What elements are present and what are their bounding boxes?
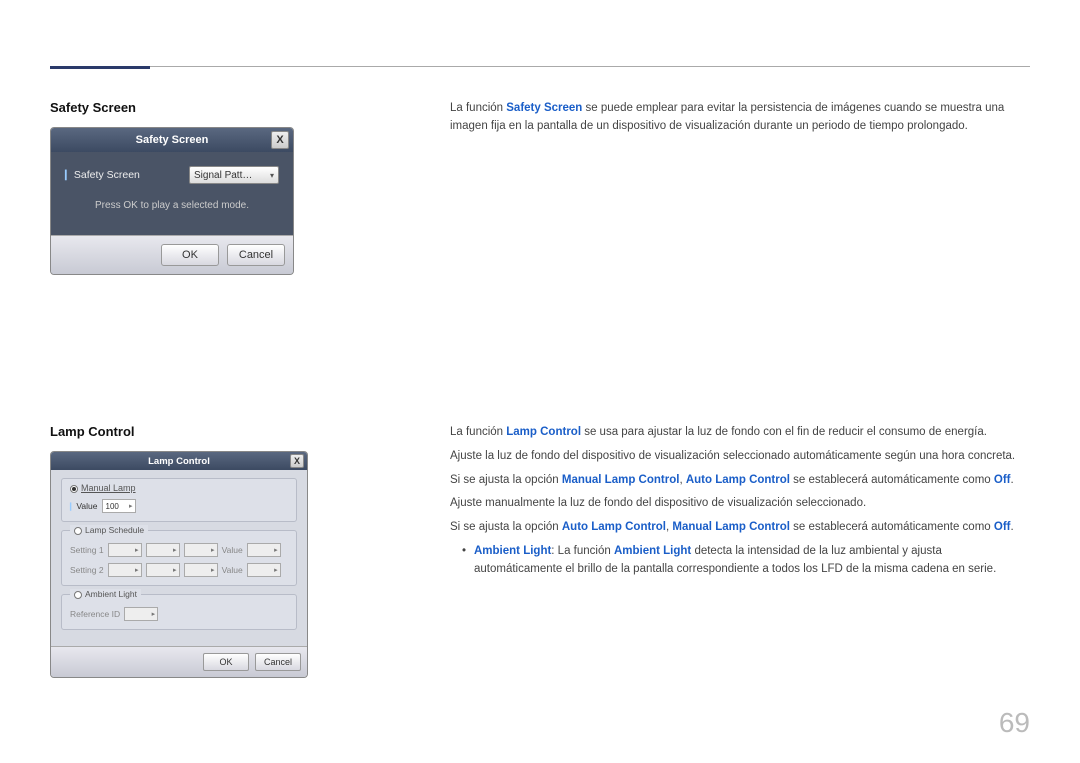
spinner[interactable]	[124, 607, 158, 621]
ok-button[interactable]: OK	[203, 653, 249, 671]
text: se establecerá automáticamente como	[790, 474, 994, 486]
dialog-title: Lamp Control	[148, 456, 210, 467]
section-1-right: La función Safety Screen se puede emplea…	[450, 100, 1030, 142]
term: Off	[994, 474, 1011, 486]
term-safety-screen: Safety Screen	[506, 102, 582, 114]
value-spinner[interactable]: 100	[102, 499, 136, 513]
dialog-body: Safety Screen Signal Patt… Press OK to p…	[51, 152, 293, 235]
cancel-button[interactable]: Cancel	[255, 653, 301, 671]
dialog-footer: OK Cancel	[51, 646, 307, 677]
spinner[interactable]	[146, 543, 180, 557]
spinner[interactable]	[146, 563, 180, 577]
term: Manual Lamp Control	[562, 474, 680, 486]
lamp-desc-2: Ajuste la luz de fondo del dispositivo d…	[450, 448, 1030, 466]
page-number: 69	[999, 707, 1030, 739]
label-value: Value	[222, 545, 243, 555]
radio-ambient-light[interactable]	[74, 591, 82, 599]
signal-pattern-select[interactable]: Signal Patt…	[189, 166, 279, 184]
lamp-control-dialog: Lamp Control X Manual Lamp Value 100 Lam…	[50, 451, 308, 678]
group-title: Ambient Light	[70, 589, 141, 599]
group-lamp-schedule: Lamp Schedule Setting 1 Value Setting 2	[61, 530, 297, 586]
bullet-ambient-light: • Ambient Light: La función Ambient Ligh…	[450, 543, 1030, 579]
lamp-desc-4: Ajuste manualmente la luz de fondo del d…	[450, 495, 1030, 513]
dialog-titlebar: Lamp Control X	[51, 452, 307, 470]
group-title: Lamp Schedule	[70, 525, 148, 535]
spinner[interactable]	[108, 543, 142, 557]
text: : La función	[551, 545, 614, 557]
term: Manual Lamp Control	[672, 521, 790, 533]
header-accent	[50, 66, 150, 69]
header-divider	[50, 66, 1030, 67]
text: Si se ajusta la opción	[450, 474, 562, 486]
radio-manual-lamp[interactable]: Manual Lamp	[70, 483, 136, 493]
label: Manual Lamp	[81, 483, 136, 493]
term: Ambient Light	[614, 545, 691, 557]
group-ambient-light: Ambient Light Reference ID	[61, 594, 297, 630]
field-label: Safety Screen	[65, 169, 189, 181]
dialog-hint: Press OK to play a selected mode.	[65, 200, 279, 211]
dialog-footer: OK Cancel	[51, 235, 293, 274]
row-setting1: Setting 1 Value	[70, 543, 288, 557]
heading-safety-screen: Safety Screen	[50, 100, 310, 115]
term: Auto Lamp Control	[562, 521, 666, 533]
label: Ambient Light	[85, 589, 137, 599]
cancel-button[interactable]: Cancel	[227, 244, 285, 266]
row-setting2: Setting 2 Value	[70, 563, 288, 577]
spinner[interactable]	[108, 563, 142, 577]
close-icon[interactable]: X	[290, 454, 304, 468]
safety-screen-desc: La función Safety Screen se puede emplea…	[450, 100, 1030, 136]
dialog-title: Safety Screen	[136, 134, 209, 146]
spinner[interactable]	[184, 563, 218, 577]
text: se usa para ajustar la luz de fondo con …	[581, 426, 987, 438]
row-value: Value 100	[70, 499, 288, 513]
close-icon[interactable]: X	[271, 131, 289, 149]
ok-button[interactable]: OK	[161, 244, 219, 266]
lamp-desc-5: Si se ajusta la opción Auto Lamp Control…	[450, 519, 1030, 537]
spinner[interactable]	[247, 563, 281, 577]
term: Ambient Light	[474, 545, 551, 557]
text: .	[1010, 521, 1013, 533]
section-2-right: La función Lamp Control se usa para ajus…	[450, 424, 1030, 583]
label-value: Value	[222, 565, 243, 575]
lamp-desc-1: La función Lamp Control se usa para ajus…	[450, 424, 1030, 442]
spinner[interactable]	[247, 543, 281, 557]
bullet-text: Ambient Light: La función Ambient Light …	[474, 543, 1030, 579]
label: Lamp Schedule	[85, 525, 144, 535]
lamp-desc-3: Si se ajusta la opción Manual Lamp Contr…	[450, 472, 1030, 490]
dialog-titlebar: Safety Screen X	[51, 128, 293, 152]
text: .	[1010, 474, 1013, 486]
section-1-left: Safety Screen Safety Screen X Safety Scr…	[50, 100, 310, 275]
label-value: Value	[70, 501, 98, 511]
label-reference-id: Reference ID	[70, 609, 120, 619]
text: La función	[450, 102, 506, 114]
row-reference: Reference ID	[70, 607, 288, 621]
group-manual-lamp: Manual Lamp Value 100	[61, 478, 297, 522]
label-setting1: Setting 1	[70, 545, 104, 555]
safety-screen-dialog: Safety Screen X Safety Screen Signal Pat…	[50, 127, 294, 275]
bullet-icon: •	[462, 543, 474, 579]
field-row: Safety Screen Signal Patt…	[65, 166, 279, 184]
text: La función	[450, 426, 506, 438]
term: Auto Lamp Control	[686, 474, 790, 486]
dialog-body: Manual Lamp Value 100 Lamp Schedule Sett…	[51, 470, 307, 646]
term-lamp-control: Lamp Control	[506, 426, 581, 438]
text: se establecerá automáticamente como	[790, 521, 994, 533]
radio-lamp-schedule[interactable]	[74, 527, 82, 535]
heading-lamp-control: Lamp Control	[50, 424, 310, 439]
section-2-left: Lamp Control Lamp Control X Manual Lamp …	[50, 424, 310, 678]
label-setting2: Setting 2	[70, 565, 104, 575]
text: Si se ajusta la opción	[450, 521, 562, 533]
spinner[interactable]	[184, 543, 218, 557]
term: Off	[994, 521, 1011, 533]
